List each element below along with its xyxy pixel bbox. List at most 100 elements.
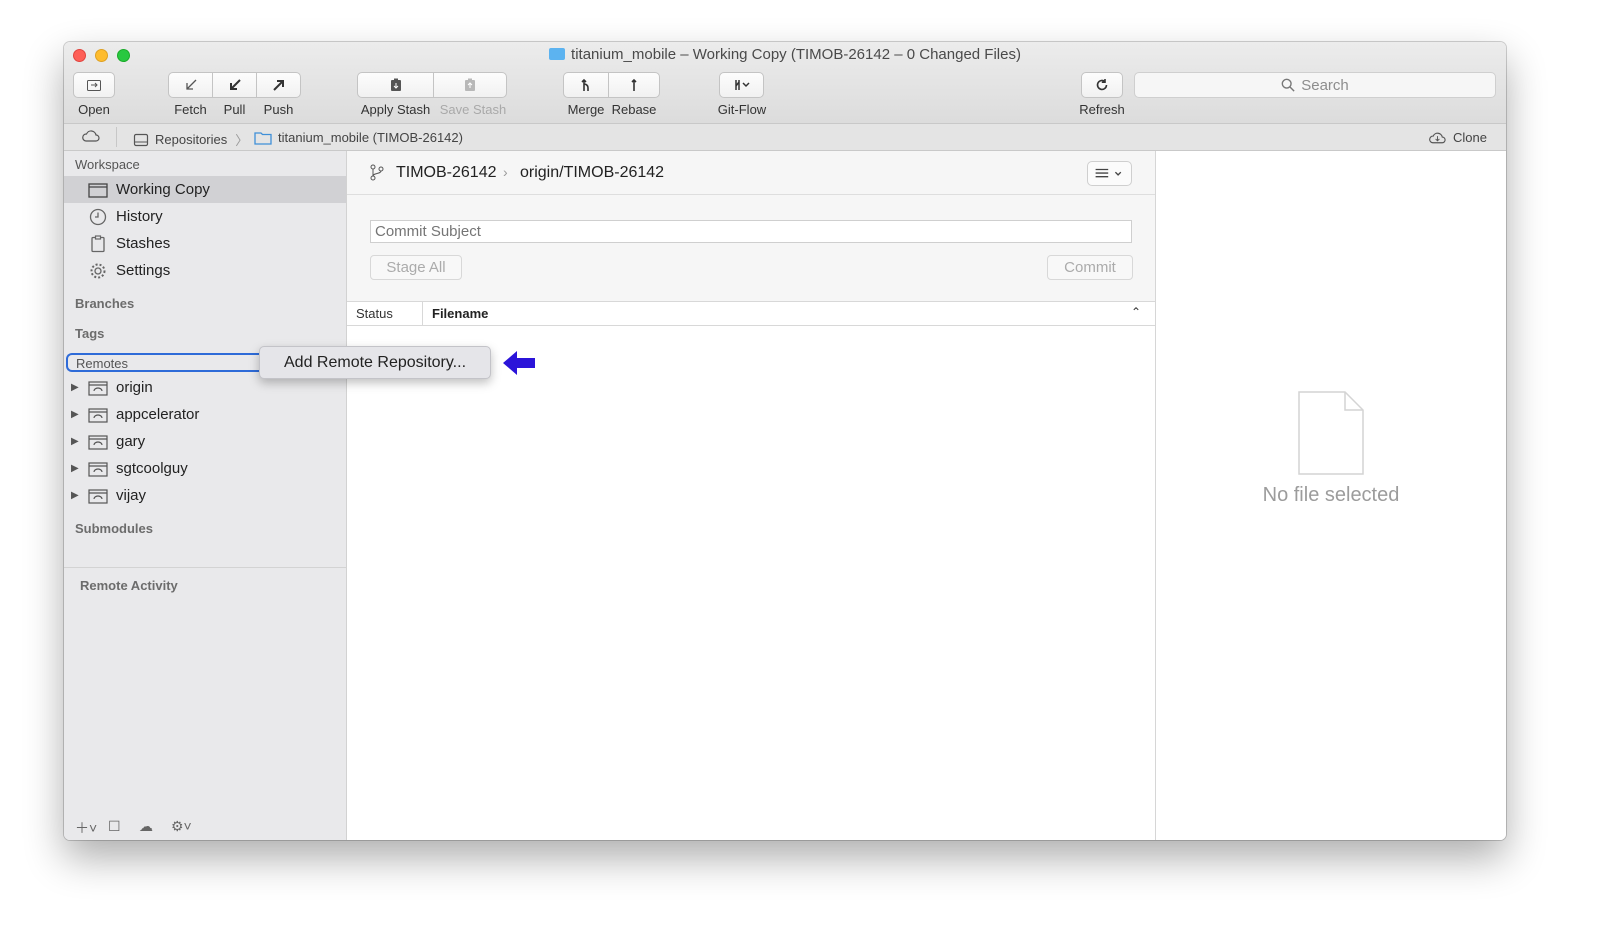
local-branch-label[interactable]: TIMOB-26142 (396, 164, 496, 182)
remote-item-vijay[interactable]: ▶ vijay (64, 482, 346, 509)
cloud-icon[interactable]: ☁ (139, 818, 153, 835)
clock-icon (89, 208, 107, 225)
remote-label: vijay (116, 487, 147, 504)
sidebar-item-working-copy[interactable]: Working Copy (64, 176, 346, 203)
branch-bar: TIMOB-26142 › origin/TIMOB-26142 (347, 151, 1155, 195)
search-field[interactable]: Search (1134, 72, 1496, 98)
sidebar-divider (64, 567, 346, 568)
sort-ascending-icon[interactable]: ⌃ (1131, 305, 1141, 319)
remotes-header-label: Remotes (76, 356, 129, 371)
refresh-button[interactable] (1081, 72, 1123, 98)
save-stash-icon (465, 78, 475, 91)
app-window: titanium_mobile – Working Copy (TIMOB-26… (64, 42, 1506, 840)
remote-label: origin (116, 379, 153, 396)
fetch-icon (185, 79, 196, 90)
sidebar: Workspace Working Copy History Stashes S… (64, 151, 347, 840)
disclosure-triangle-icon[interactable]: ▶ (71, 409, 79, 420)
drive-icon (133, 133, 149, 146)
filename-column-header[interactable]: Filename (432, 306, 488, 321)
remote-item-sgtcoolguy[interactable]: ▶ sgtcoolguy (64, 455, 346, 482)
folder-icon (88, 182, 108, 198)
sidebar-item-label: Settings (116, 262, 171, 279)
file-list-header: Status Filename ⌃ (347, 302, 1155, 326)
context-menu: Add Remote Repository... (259, 346, 491, 379)
main-panel: TIMOB-26142 › origin/TIMOB-26142 Stage A… (347, 151, 1156, 840)
remote-label: sgtcoolguy (116, 460, 188, 477)
clone-label: Clone (1453, 130, 1487, 145)
folder-icon (254, 131, 272, 145)
branch-icon (370, 164, 384, 181)
remote-item-appcelerator[interactable]: ▶ appcelerator (64, 401, 346, 428)
merge-button[interactable] (563, 72, 609, 98)
add-remote-repository-menu-item[interactable]: Add Remote Repository... (284, 354, 466, 372)
remote-server-icon (88, 461, 108, 477)
clone-button[interactable]: Clone (1428, 130, 1487, 145)
annotation-arrow-icon (503, 351, 535, 375)
repositories-crumb[interactable]: Repositories 〉 (133, 130, 248, 149)
view-options-button[interactable] (1087, 161, 1132, 186)
sidebar-item-history[interactable]: History (64, 203, 346, 230)
pull-button[interactable] (212, 72, 257, 98)
remote-branch-label[interactable]: origin/TIMOB-26142 (520, 164, 664, 182)
git-flow-button[interactable] (719, 72, 764, 98)
remote-server-icon (88, 407, 108, 423)
rebase-label: Rebase (611, 102, 657, 117)
gear-icon (90, 263, 106, 278)
repo-crumb[interactable]: titanium_mobile (TIMOB-26142) (254, 130, 463, 145)
fetch-button[interactable] (168, 72, 213, 98)
sidebar-bottom-toolbar: ＋˅ ☐ ☁ ⚙˅ (64, 812, 346, 840)
disclosure-triangle-icon[interactable]: ▶ (71, 382, 79, 393)
remote-activity-header: Remote Activity (80, 578, 178, 593)
status-column-header[interactable]: Status (356, 306, 393, 321)
preview-pane: No file selected (1156, 151, 1506, 840)
add-menu-icon[interactable]: ＋˅ (75, 818, 97, 838)
open-button[interactable] (73, 72, 115, 98)
apply-stash-label: Apply Stash (360, 102, 431, 117)
repo-crumb-label: titanium_mobile (TIMOB-26142) (278, 130, 463, 145)
window-title-text: titanium_mobile – Working Copy (TIMOB-26… (571, 46, 1021, 63)
cloud-download-icon (1429, 132, 1446, 143)
submodules-header[interactable]: Submodules (75, 521, 153, 536)
remote-server-icon (88, 380, 108, 396)
commit-button[interactable]: Commit (1047, 255, 1133, 280)
clipboard-icon (91, 234, 105, 252)
disclosure-triangle-icon[interactable]: ▶ (71, 436, 79, 447)
path-bar: Repositories 〉 titanium_mobile (TIMOB-26… (64, 124, 1506, 151)
document-icon (1298, 391, 1364, 475)
refresh-label: Refresh (1079, 102, 1125, 117)
apply-stash-button[interactable] (357, 72, 434, 98)
open-label: Open (78, 102, 110, 117)
rebase-icon (631, 78, 637, 91)
sidebar-item-stashes[interactable]: Stashes (64, 230, 346, 257)
column-divider (422, 302, 423, 326)
remote-item-gary[interactable]: ▶ gary (64, 428, 346, 455)
commit-subject-input[interactable] (370, 220, 1132, 243)
merge-label: Merge (567, 102, 605, 117)
stage-all-button[interactable]: Stage All (370, 255, 462, 280)
sidebar-item-settings[interactable]: Settings (64, 257, 346, 284)
remote-server-icon (88, 434, 108, 450)
commit-area: Stage All Commit (347, 195, 1155, 302)
inbox-icon[interactable]: ☐ (108, 818, 121, 835)
cloud-button[interactable] (81, 129, 107, 143)
remotes-header[interactable]: Remotes (66, 353, 276, 372)
search-placeholder: Search (1301, 76, 1349, 94)
path-separator (116, 127, 117, 147)
toolbar: titanium_mobile – Working Copy (TIMOB-26… (64, 42, 1506, 124)
branches-header[interactable]: Branches (75, 296, 134, 311)
tags-header[interactable]: Tags (75, 326, 104, 341)
pull-label: Pull (223, 102, 246, 117)
push-label: Push (263, 102, 294, 117)
sidebar-item-label: Working Copy (116, 181, 210, 198)
push-icon (272, 80, 284, 91)
gear-menu-icon[interactable]: ⚙˅ (171, 818, 192, 835)
repositories-label: Repositories (155, 132, 228, 147)
disclosure-triangle-icon[interactable]: ▶ (71, 490, 79, 501)
save-stash-button[interactable] (433, 72, 507, 98)
open-folder-icon (87, 80, 101, 91)
disclosure-triangle-icon[interactable]: ▶ (71, 463, 79, 474)
cloud-icon (82, 130, 100, 142)
rebase-button[interactable] (608, 72, 660, 98)
push-button[interactable] (256, 72, 301, 98)
workspace-header: Workspace (75, 157, 140, 172)
